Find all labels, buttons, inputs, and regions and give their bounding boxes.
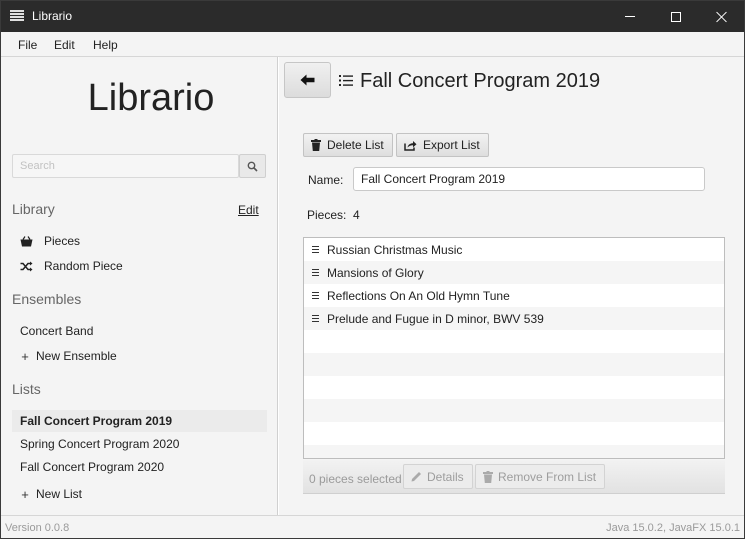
list-icon — [339, 74, 353, 90]
remove-from-list-label: Remove From List — [498, 469, 597, 484]
sidebar-item-label: Random Piece — [44, 259, 123, 273]
plus-icon: + — [21, 348, 29, 364]
minimize-button[interactable] — [607, 1, 653, 32]
piece-title: Mansions of Glory — [327, 265, 424, 280]
app-title: Librario — [87, 77, 215, 119]
shuffle-icon — [20, 261, 36, 272]
menu-file[interactable]: File — [18, 38, 37, 52]
list-item[interactable]: Prelude and Fugue in D minor, BWV 539 — [304, 307, 724, 330]
menu-bar: File Edit Help — [1, 32, 744, 57]
new-list-label: New List — [36, 487, 83, 501]
piece-title: Russian Christmas Music — [327, 242, 463, 257]
minimize-icon — [625, 16, 635, 17]
window-title: Librario — [32, 9, 73, 23]
version-label: Version 0.0.8 — [5, 522, 70, 534]
lists-heading: Lists — [12, 381, 41, 397]
details-button[interactable]: Details — [403, 464, 473, 489]
pieces-label: Pieces: — [307, 208, 347, 222]
maximize-icon — [671, 11, 681, 22]
close-icon — [716, 11, 728, 23]
empty-row — [304, 445, 724, 458]
list-item[interactable]: Reflections On An Old Hymn Tune — [304, 284, 724, 307]
empty-row — [304, 376, 724, 399]
drag-handle-icon[interactable] — [312, 291, 322, 300]
page-title: Fall Concert Program 2019 — [360, 70, 601, 92]
new-ensemble-label: New Ensemble — [36, 349, 117, 363]
selection-toolbar: 0 pieces selected Details Remove From Li… — [303, 460, 725, 494]
sidebar-item-label: Fall Concert Program 2019 — [20, 414, 173, 428]
basket-icon — [20, 235, 36, 247]
empty-row — [304, 422, 724, 445]
sidebar-item-spring-2020[interactable]: Spring Concert Program 2020 — [20, 434, 179, 454]
empty-row — [304, 353, 724, 376]
sidebar-item-pieces[interactable]: Pieces — [20, 231, 80, 251]
new-list-button[interactable]: + New List — [20, 484, 82, 504]
plus-icon: + — [21, 486, 29, 502]
drag-handle-icon[interactable] — [312, 268, 322, 277]
export-list-button[interactable]: Export List — [396, 133, 489, 157]
back-button[interactable] — [284, 62, 331, 98]
arrow-left-icon — [300, 74, 315, 86]
trash-icon — [311, 139, 321, 151]
sidebar-item-random-piece[interactable]: Random Piece — [20, 256, 123, 276]
search-button[interactable] — [239, 154, 266, 178]
menu-edit[interactable]: Edit — [54, 38, 75, 52]
menu-help[interactable]: Help — [93, 38, 118, 52]
sidebar-item-label: Fall Concert Program 2020 — [20, 460, 165, 474]
delete-list-button[interactable]: Delete List — [303, 133, 393, 157]
drag-handle-icon[interactable] — [312, 314, 322, 323]
sidebar-item-label: Pieces — [44, 234, 81, 248]
runtime-label: Java 15.0.2, JavaFX 15.0.1 — [606, 522, 740, 534]
sidebar-item-fall-2019[interactable]: Fall Concert Program 2019 — [12, 410, 267, 432]
pencil-icon — [411, 471, 422, 482]
export-icon — [404, 140, 417, 151]
search-icon — [247, 161, 258, 172]
sidebar-item-fall-2020[interactable]: Fall Concert Program 2020 — [20, 457, 164, 477]
list-name-input[interactable] — [353, 167, 705, 191]
drag-handle-icon[interactable] — [312, 245, 322, 254]
delete-list-label: Delete List — [327, 138, 384, 152]
title-bar: Librario — [1, 1, 744, 32]
empty-row — [304, 330, 724, 353]
main-panel: Fall Concert Program 2019 Delete List Ex… — [279, 57, 744, 515]
sidebar-item-concert-band[interactable]: Concert Band — [20, 321, 93, 341]
new-ensemble-button[interactable]: + New Ensemble — [20, 346, 117, 366]
sidebar: Librario Library Edit Pieces Random Piec… — [1, 57, 278, 515]
trash-icon — [483, 470, 493, 483]
status-bar: Version 0.0.8 Java 15.0.2, JavaFX 15.0.1 — [1, 515, 744, 538]
pieces-list[interactable]: Russian Christmas Music Mansions of Glor… — [303, 237, 725, 459]
empty-row — [304, 399, 724, 422]
piece-title: Reflections On An Old Hymn Tune — [327, 288, 510, 303]
app-icon — [10, 10, 24, 23]
selection-status: 0 pieces selected — [309, 472, 402, 486]
library-edit-link[interactable]: Edit — [238, 203, 259, 217]
app-window: Librario File Edit Help Librario Library… — [0, 0, 745, 539]
piece-title: Prelude and Fugue in D minor, BWV 539 — [327, 311, 544, 326]
close-button[interactable] — [699, 1, 744, 32]
details-label: Details — [427, 469, 464, 484]
sidebar-item-label: Spring Concert Program 2020 — [20, 437, 180, 451]
sidebar-item-label: Concert Band — [20, 324, 94, 338]
ensembles-heading: Ensembles — [12, 291, 82, 307]
search-input[interactable] — [12, 154, 239, 178]
name-label: Name: — [308, 173, 344, 187]
remove-from-list-button[interactable]: Remove From List — [475, 464, 606, 489]
export-list-label: Export List — [423, 138, 480, 152]
list-item[interactable]: Mansions of Glory — [304, 261, 724, 284]
list-item[interactable]: Russian Christmas Music — [304, 238, 724, 261]
library-heading: Library — [12, 201, 55, 217]
maximize-button[interactable] — [653, 1, 699, 32]
pieces-count: 4 — [353, 208, 360, 222]
